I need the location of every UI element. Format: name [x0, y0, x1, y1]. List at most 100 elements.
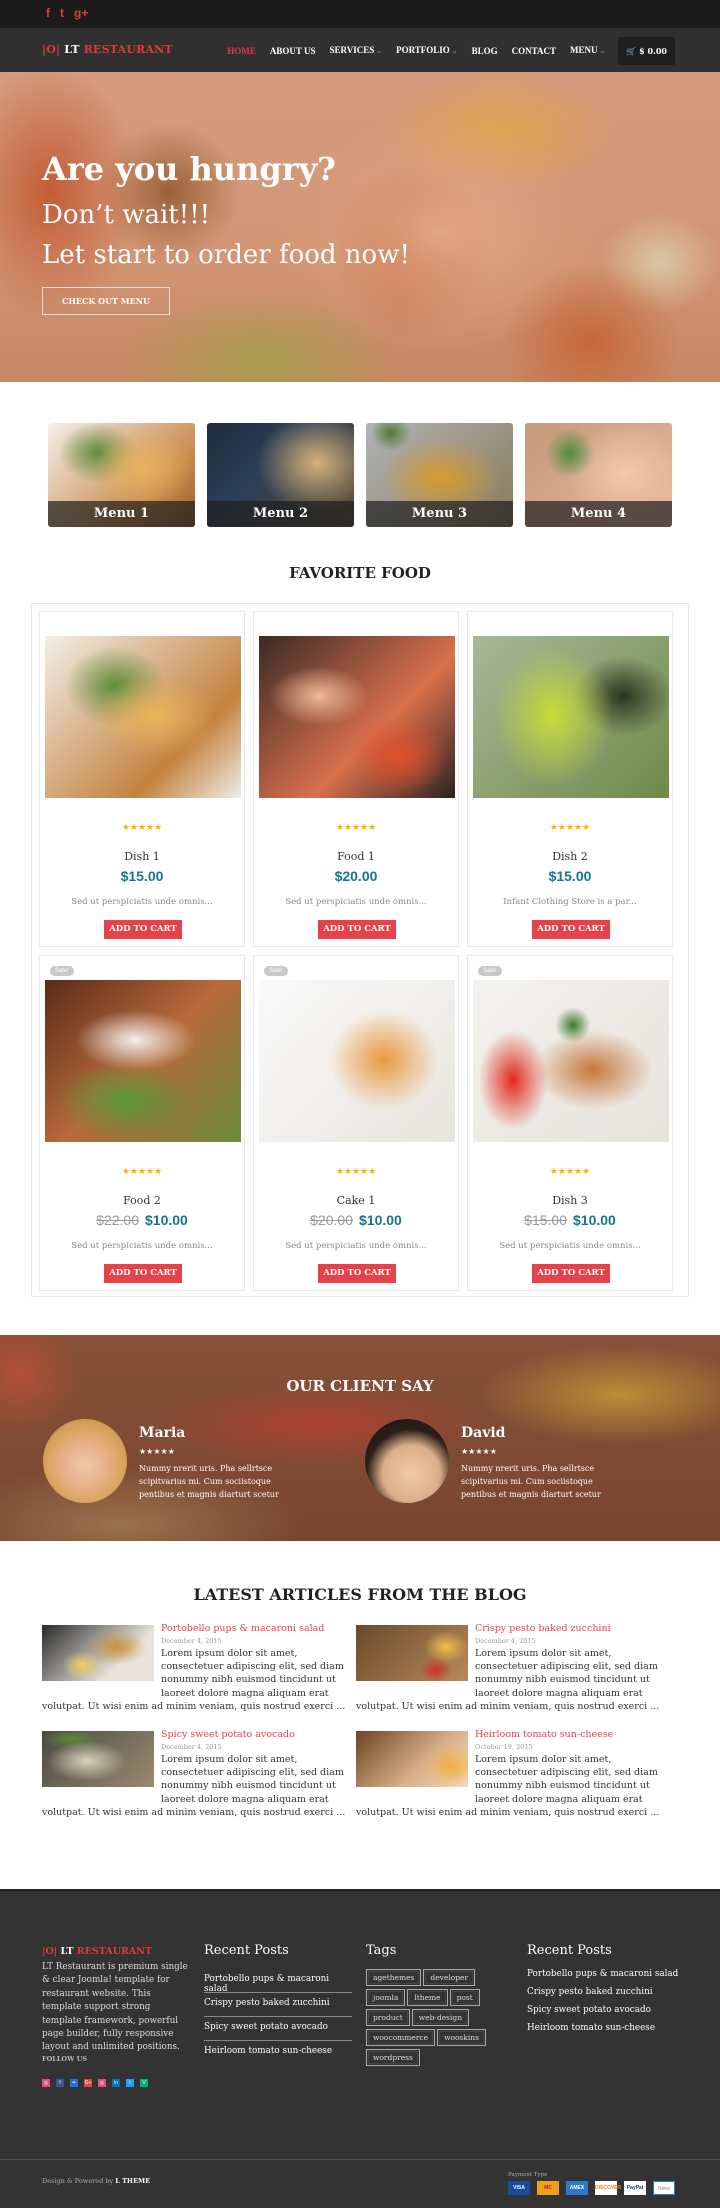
- google-plus-icon[interactable]: g+: [74, 6, 88, 20]
- product-image[interactable]: [259, 980, 455, 1142]
- tag-link[interactable]: wooskins: [437, 2029, 486, 2046]
- tag-link[interactable]: product: [366, 2009, 410, 2026]
- recent-posts-heading: Recent Posts: [204, 1943, 289, 1958]
- tag-link[interactable]: woocommerce: [366, 2029, 436, 2046]
- product-card: Sale! ★★★★★ Dish 3 $15.00 $10.00 Sed ut persp…: [467, 955, 673, 1291]
- dribbble-icon[interactable]: ◎: [42, 2079, 50, 2087]
- google-plus-icon[interactable]: G+: [84, 2079, 92, 2087]
- nav-contact[interactable]: CONTACT: [505, 37, 563, 65]
- rating-stars: ★★★★★: [549, 823, 591, 833]
- footer-divider: [0, 2159, 720, 2160]
- rating-stars: ★★★★★: [549, 1167, 591, 1177]
- add-to-cart-button[interactable]: ADD TO CART: [532, 1264, 610, 1283]
- blog-post-title[interactable]: Spicy sweet potato avocado: [161, 1729, 295, 1740]
- product-name[interactable]: Dish 2: [468, 850, 672, 863]
- tag-link[interactable]: developer: [423, 1969, 476, 1986]
- vine-icon[interactable]: V: [140, 2079, 148, 2087]
- product-card: ★★★★★ Dish 1 $15.00 Sed ut perspiciatis und…: [39, 611, 245, 947]
- product-image[interactable]: [473, 980, 669, 1142]
- product-name[interactable]: Food 1: [254, 850, 458, 863]
- recent-post-link[interactable]: Portobello pups & macaroni salad: [527, 1969, 687, 1987]
- product-price: $22.00 $10.00: [40, 1212, 244, 1228]
- site-footer: |O| LT RESTAURANT LT Restaurant is premi…: [0, 1889, 720, 2208]
- product-image[interactable]: [473, 636, 669, 798]
- nav-menu[interactable]: MENU ⌄: [563, 36, 612, 65]
- add-to-cart-button[interactable]: ADD TO CART: [318, 1264, 396, 1283]
- client-rating-stars: ★★★★★: [461, 1447, 497, 1456]
- blog-post-title[interactable]: Crispy pesto baked zucchini: [475, 1623, 611, 1634]
- flickr-icon[interactable]: ••: [70, 2079, 78, 2087]
- tag-link[interactable]: agethemes: [366, 1969, 422, 1986]
- rating-stars: ★★★★★: [121, 823, 163, 833]
- tag-link[interactable]: web-design: [411, 2009, 470, 2026]
- tag-link[interactable]: wordpress: [366, 2049, 420, 2066]
- current-price: $15.00: [548, 868, 592, 884]
- add-to-cart-button[interactable]: ADD TO CART: [104, 1264, 182, 1283]
- menu-tile-label: Menu 2: [207, 501, 354, 527]
- sale-badge: Sale!: [478, 966, 502, 976]
- copyright-text: Design & Powered by: [42, 2177, 114, 2185]
- mastercard-icon: MC: [537, 2181, 559, 2195]
- menu-tile[interactable]: Menu 3: [366, 423, 513, 527]
- rating-stars: ★★★★★: [335, 1167, 377, 1177]
- blog-post-title[interactable]: Portobello pups & macaroni salad: [161, 1623, 324, 1634]
- recent-post-link[interactable]: Crispy pesto baked zucchini: [527, 1987, 687, 2005]
- add-to-cart-button[interactable]: ADD TO CART: [104, 920, 182, 939]
- discover-icon: DISCOVER: [595, 2181, 621, 2195]
- product-image[interactable]: [259, 636, 455, 798]
- nav-home[interactable]: HOME: [220, 37, 263, 65]
- copyright: Design & Powered by L THEME: [42, 2177, 150, 2185]
- recent-post-link[interactable]: Spicy sweet potato avocado: [527, 2005, 687, 2023]
- facebook-icon[interactable]: f: [46, 6, 50, 20]
- cart-icon: 🛒: [626, 45, 637, 56]
- check-out-menu-button[interactable]: CHECK OUT MENU: [42, 287, 170, 315]
- add-to-cart-button[interactable]: ADD TO CART: [532, 920, 610, 939]
- nav-portfolio[interactable]: PORTFOLIO ⌄: [389, 36, 465, 65]
- nav-label: HOME: [227, 45, 256, 56]
- instagram-icon[interactable]: ◎: [98, 2079, 106, 2087]
- current-price: $10.00: [573, 1212, 616, 1228]
- tag-link[interactable]: post: [449, 1989, 480, 2006]
- product-description: Sed ut perspiciatis unde omnis...: [499, 1241, 641, 1251]
- cart-button[interactable]: 🛒 $ 0.00: [618, 36, 675, 65]
- recent-post-link[interactable]: Spicy sweet potato avocado: [204, 2017, 352, 2041]
- menu-tile[interactable]: Menu 1: [48, 423, 195, 527]
- footer-logo[interactable]: |O| LT RESTAURANT: [42, 1946, 152, 1957]
- recent-post-link[interactable]: Heirloom tomato sun-cheese: [204, 2041, 352, 2065]
- product-name[interactable]: Dish 3: [468, 1194, 672, 1207]
- nav-about-us[interactable]: ABOUT US: [263, 37, 323, 65]
- hero-tagline: Let start to order food now!: [42, 240, 410, 270]
- product-name[interactable]: Dish 1: [40, 850, 244, 863]
- tag-link[interactable]: ltheme: [407, 1989, 448, 2006]
- menu-tile[interactable]: Menu 2: [207, 423, 354, 527]
- facebook-icon[interactable]: f: [56, 2079, 64, 2087]
- product-grid: ★★★★★ Dish 1 $15.00 Sed ut perspiciatis und…: [31, 603, 689, 1297]
- product-description: Infant Clothing Store is a par...: [503, 897, 637, 907]
- chevron-down-icon: ⌄: [451, 47, 458, 55]
- product-image[interactable]: [45, 980, 241, 1142]
- recent-post-link[interactable]: Heirloom tomato sun-cheese: [527, 2023, 687, 2041]
- product-name[interactable]: Food 2: [40, 1194, 244, 1207]
- tag-link[interactable]: joomla: [366, 1989, 406, 2006]
- menu-tile[interactable]: Menu 4: [525, 423, 672, 527]
- client-name: Maria: [139, 1425, 186, 1441]
- add-to-cart-button[interactable]: ADD TO CART: [318, 920, 396, 939]
- blog-post-title[interactable]: Heirloom tomato sun-cheese: [475, 1729, 613, 1740]
- linkedin-icon[interactable]: in: [112, 2079, 120, 2087]
- nav-blog[interactable]: BLOG: [465, 37, 505, 65]
- recent-post-link[interactable]: Portobello pups & macaroni salad: [204, 1969, 352, 1994]
- sale-badge: Sale!: [264, 966, 288, 976]
- ltheme-link[interactable]: L THEME: [115, 2177, 150, 2185]
- current-price: $20.00: [334, 868, 378, 884]
- site-logo[interactable]: |O| LT RESTAURANT: [42, 43, 173, 56]
- twitter-icon[interactable]: t: [126, 2079, 134, 2087]
- twitter-icon[interactable]: t: [60, 6, 64, 20]
- product-image[interactable]: [45, 636, 241, 798]
- nav-services[interactable]: SERVICES ⌄: [323, 36, 390, 65]
- top-bar: f t g+: [0, 0, 720, 28]
- nav-label: MENU: [570, 45, 598, 55]
- product-name[interactable]: Cake 1: [254, 1194, 458, 1207]
- footer-social-links: ◎ f •• G+ ◎ in t V: [42, 2079, 148, 2087]
- recent-post-link[interactable]: Crispy pesto baked zucchini: [204, 1993, 352, 2017]
- blog-post-date: December 4, 2015: [161, 1637, 222, 1645]
